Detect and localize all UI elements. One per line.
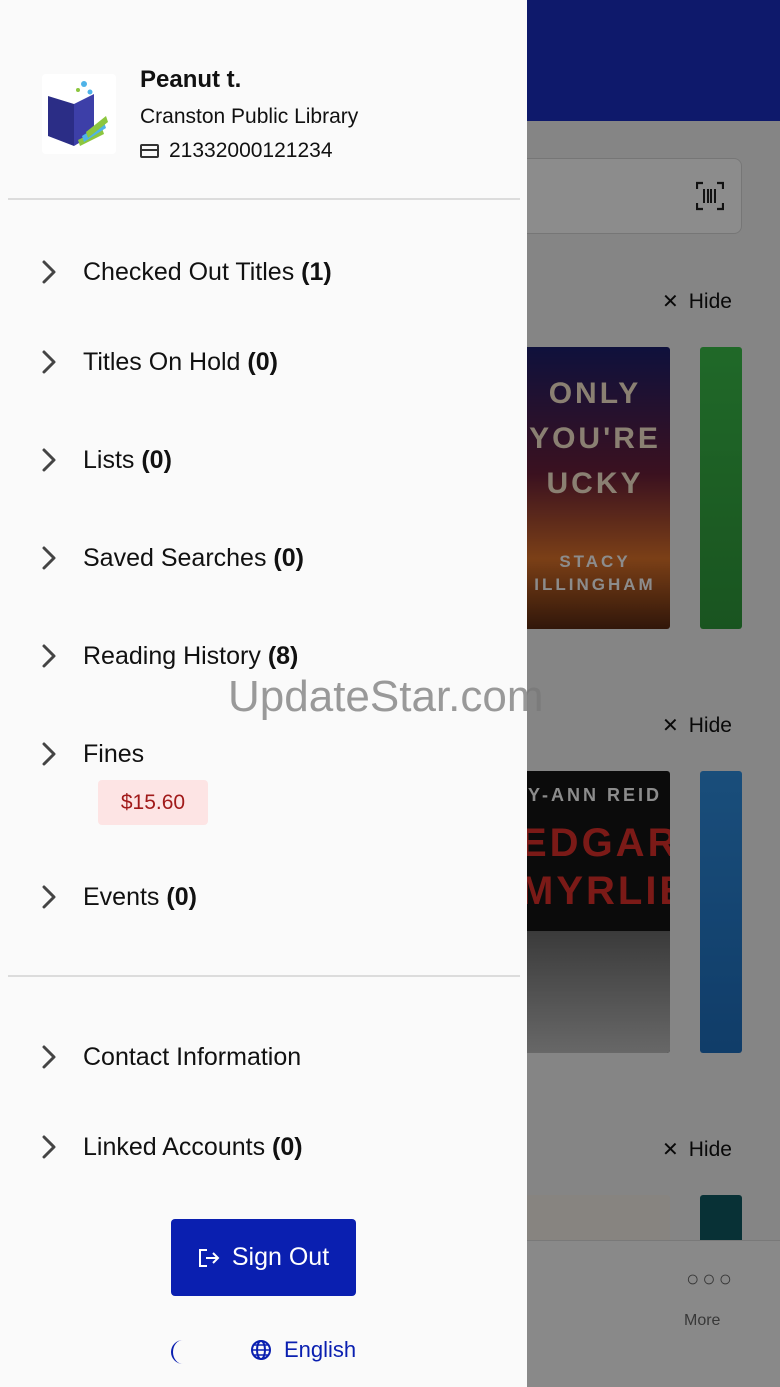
library-logo [42, 74, 116, 154]
menu-lists[interactable]: Lists (0) [36, 443, 172, 477]
menu-contact-information[interactable]: Contact Information [36, 1040, 301, 1074]
chevron-right-icon [36, 541, 62, 575]
divider [8, 975, 520, 977]
globe-icon [251, 1340, 271, 1360]
credit-card-icon [140, 144, 159, 158]
chevron-right-icon [36, 880, 62, 914]
chevron-right-icon [36, 443, 62, 477]
divider [8, 198, 520, 200]
library-card: 21332000121234 [140, 139, 333, 163]
menu-reading-history[interactable]: Reading History (8) [36, 639, 298, 673]
account-drawer: Peanut t. Cranston Public Library 213320… [0, 0, 527, 1387]
menu-saved-searches[interactable]: Saved Searches (0) [36, 541, 304, 575]
sign-out-button[interactable]: Sign Out [171, 1219, 356, 1296]
menu-linked-accounts[interactable]: Linked Accounts (0) [36, 1130, 303, 1164]
chevron-right-icon [36, 1130, 62, 1164]
chevron-right-icon [36, 639, 62, 673]
chevron-right-icon [36, 255, 62, 289]
fines-amount-badge: $15.60 [98, 780, 208, 825]
sign-out-icon [198, 1248, 220, 1267]
card-number: 21332000121234 [169, 139, 333, 162]
chevron-right-icon [36, 345, 62, 379]
user-name: Peanut t. [140, 66, 242, 93]
menu-titles-on-hold[interactable]: Titles On Hold (0) [36, 345, 278, 379]
menu-fines[interactable]: Fines [36, 737, 144, 771]
library-name: Cranston Public Library [140, 105, 359, 128]
dark-mode-toggle-icon[interactable] [166, 1338, 190, 1366]
chevron-right-icon [36, 737, 62, 771]
menu-checked-out[interactable]: Checked Out Titles (1) [36, 255, 332, 289]
language-selector[interactable]: English [250, 1337, 356, 1363]
menu-events[interactable]: Events (0) [36, 880, 197, 914]
chevron-right-icon [36, 1040, 62, 1074]
